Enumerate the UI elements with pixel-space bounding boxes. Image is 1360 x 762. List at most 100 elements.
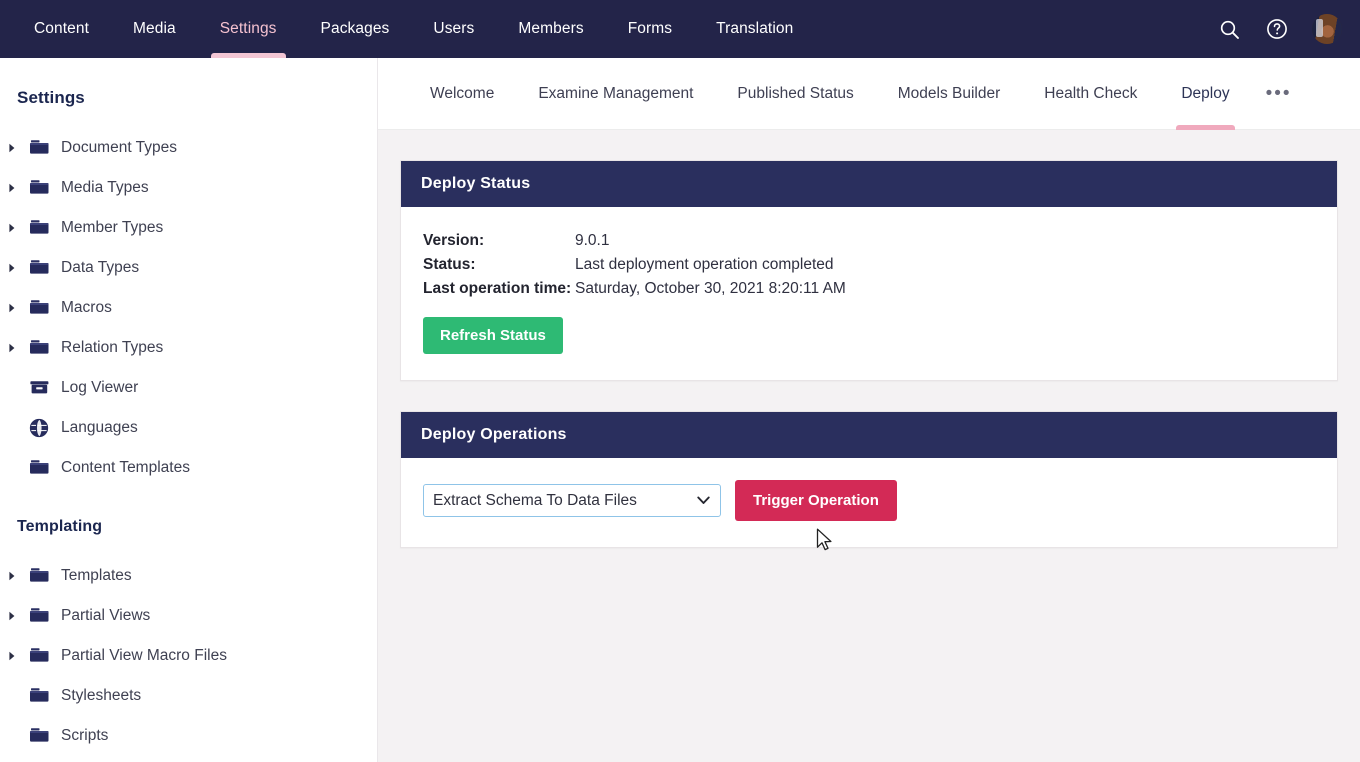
folder-icon [22,339,56,357]
folder-icon [22,219,56,237]
more-tabs-icon[interactable]: ••• [1252,58,1306,130]
top-nav-item-content[interactable]: Content [12,0,111,58]
folder-icon [22,299,56,317]
sub-navigation-tabs: Welcome Examine Management Published Statu… [378,58,1360,130]
sidebar-tree-templating: Templates Partial Views Partial View Macro… [0,536,377,756]
sidebar-item-templates[interactable]: Templates [0,556,377,596]
sidebar-item-macros[interactable]: Macros [0,288,377,328]
deploy-status-body: Version: 9.0.1 Status: Last deployment oper… [401,207,1337,380]
operation-row: Extract Schema To Data Files Trigger Ope… [423,480,1315,521]
refresh-status-button[interactable]: Refresh Status [423,317,563,354]
sidebar-item-label: Document Types [61,139,178,156]
status-row-label: Status: [423,256,476,273]
status-row-value: Saturday, October 30, 2021 8:20:11 AM [575,280,846,297]
sidebar-item-label: Media Types [61,179,149,196]
top-nav-item-translation[interactable]: Translation [694,0,815,58]
trigger-operation-button[interactable]: Trigger Operation [735,480,897,521]
sidebar-item-label: Stylesheets [61,687,142,704]
expand-arrow-icon[interactable] [2,263,22,273]
folder-icon [22,139,56,157]
settings-sidebar: Settings Document Types Media Types Member… [0,58,378,762]
status-row-label: Version: [423,232,485,249]
sidebar-item-label: Data Types [61,259,140,276]
top-nav-item-packages[interactable]: Packages [299,0,412,58]
tab-health-check[interactable]: Health Check [1022,58,1159,130]
sidebar-item-relation-types[interactable]: Relation Types [0,328,377,368]
globe-icon [22,418,56,438]
sidebar-item-label: Log Viewer [61,379,139,396]
expand-arrow-icon[interactable] [2,183,22,193]
top-navigation-actions [1216,0,1342,58]
panels-container: Deploy Status Version: 9.0.1 Status: Last d… [378,130,1360,548]
sidebar-item-label: Relation Types [61,339,164,356]
sidebar-item-label: Scripts [61,727,109,744]
sidebar-item-label: Templates [61,567,132,584]
sidebar-item-scripts[interactable]: Scripts [0,716,377,756]
folder-icon [22,179,56,197]
sidebar-item-document-types[interactable]: Document Types [0,128,377,168]
deploy-status-rows: Version: 9.0.1 Status: Last deployment oper… [423,229,1315,301]
expand-arrow-icon[interactable] [2,651,22,661]
deploy-operations-body: Extract Schema To Data Files Trigger Ope… [401,458,1337,547]
tab-deploy[interactable]: Deploy [1159,58,1251,130]
deploy-operations-title: Deploy Operations [401,412,1337,458]
folder-icon [22,567,56,585]
expand-arrow-icon[interactable] [2,571,22,581]
sidebar-section-title-templating: Templating [17,518,103,535]
tab-examine-management[interactable]: Examine Management [516,58,715,130]
sidebar-item-partial-views[interactable]: Partial Views [0,596,377,636]
status-row: Last operation time: Saturday, October 30… [423,277,1315,301]
sidebar-tree: Document Types Media Types Member Types Dat… [0,108,377,488]
sidebar-item-label: Macros [61,299,112,316]
sidebar-item-media-types[interactable]: Media Types [0,168,377,208]
sidebar-item-label: Partial View Macro Files [61,647,227,664]
status-row-label: Last operation time: [423,280,572,297]
tab-welcome[interactable]: Welcome [408,58,516,130]
archive-box-icon [22,379,56,397]
expand-arrow-icon[interactable] [2,303,22,313]
top-nav-item-media[interactable]: Media [111,0,198,58]
sidebar-title: Settings [17,88,85,107]
folder-icon [22,607,56,625]
deploy-operations-panel: Deploy Operations Extract Schema To Data… [400,411,1338,548]
folder-icon [22,259,56,277]
status-row: Version: 9.0.1 [423,229,1315,253]
top-nav-item-members[interactable]: Members [496,0,605,58]
expand-arrow-icon[interactable] [2,611,22,621]
folder-icon [22,459,56,477]
status-row: Status: Last deployment operation complet… [423,253,1315,277]
sidebar-item-content-templates[interactable]: Content Templates [0,448,377,488]
deploy-status-title: Deploy Status [401,161,1337,207]
top-navigation-items: Content Media Settings Packages Users Members… [0,0,815,58]
sub-navigation-items: Welcome Examine Management Published Statu… [408,58,1252,130]
tab-published-status[interactable]: Published Status [715,58,875,130]
top-navigation-bar: Content Media Settings Packages Users Members… [0,0,1360,58]
folder-icon [22,647,56,665]
sidebar-item-label: Content Templates [61,459,190,476]
expand-arrow-icon[interactable] [2,223,22,233]
tab-models-builder[interactable]: Models Builder [876,58,1023,130]
status-row-value: 9.0.1 [575,232,610,249]
status-row-value: Last deployment operation completed [575,256,834,273]
search-icon[interactable] [1216,16,1242,42]
top-nav-item-settings[interactable]: Settings [198,0,299,58]
expand-arrow-icon[interactable] [2,343,22,353]
sidebar-item-member-types[interactable]: Member Types [0,208,377,248]
folder-icon [22,727,56,745]
top-nav-item-forms[interactable]: Forms [606,0,694,58]
content-area: Welcome Examine Management Published Statu… [378,58,1360,762]
operation-select-wrapper: Extract Schema To Data Files [423,484,721,517]
avatar[interactable] [1312,14,1342,44]
top-nav-item-users[interactable]: Users [411,0,496,58]
sidebar-item-log-viewer[interactable]: Log Viewer [0,368,377,408]
deploy-status-panel: Deploy Status Version: 9.0.1 Status: Last d… [400,160,1338,381]
sidebar-item-stylesheets[interactable]: Stylesheets [0,676,377,716]
sidebar-item-languages[interactable]: Languages [0,408,377,448]
expand-arrow-icon[interactable] [2,143,22,153]
sidebar-item-label: Languages [61,419,138,436]
sidebar-item-data-types[interactable]: Data Types [0,248,377,288]
operation-select[interactable]: Extract Schema To Data Files [423,484,721,517]
help-circle-icon[interactable] [1264,16,1290,42]
sidebar-item-label: Partial Views [61,607,151,624]
sidebar-item-partial-view-macro-files[interactable]: Partial View Macro Files [0,636,377,676]
